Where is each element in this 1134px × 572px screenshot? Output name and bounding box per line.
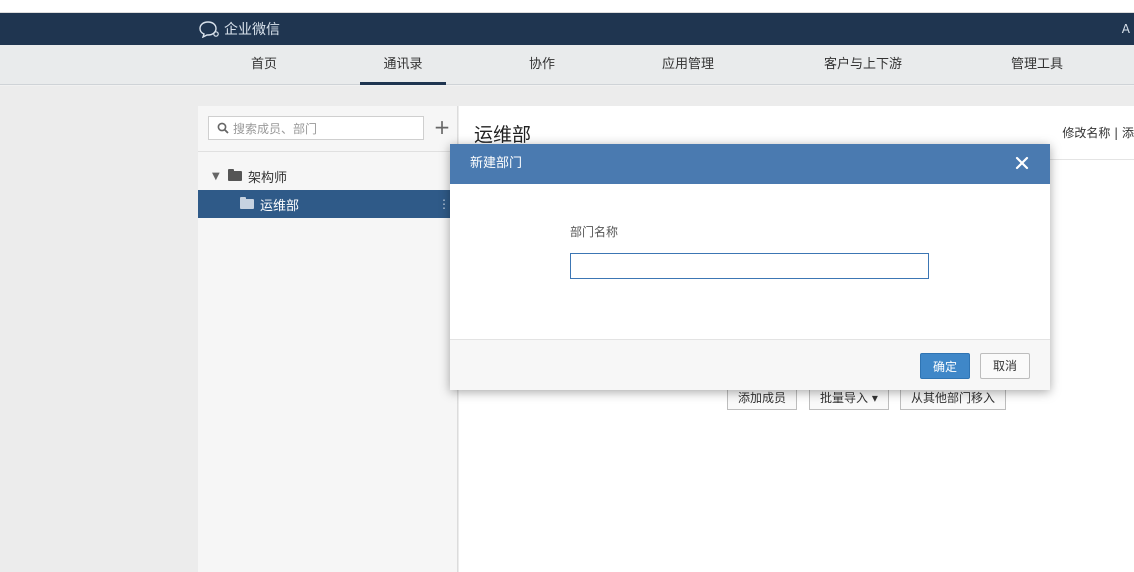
new-department-dialog: 新建部门 部门名称 确定 取消 [450,144,1050,390]
dialog-header: 新建部门 [450,144,1050,184]
dialog-footer: 确定 取消 [450,339,1050,390]
close-icon[interactable] [1012,153,1032,173]
cancel-button[interactable]: 取消 [980,353,1030,379]
department-name-label: 部门名称 [570,225,619,239]
confirm-button[interactable]: 确定 [920,353,970,379]
department-name-input[interactable] [570,253,929,279]
dialog-title: 新建部门 [470,156,523,171]
